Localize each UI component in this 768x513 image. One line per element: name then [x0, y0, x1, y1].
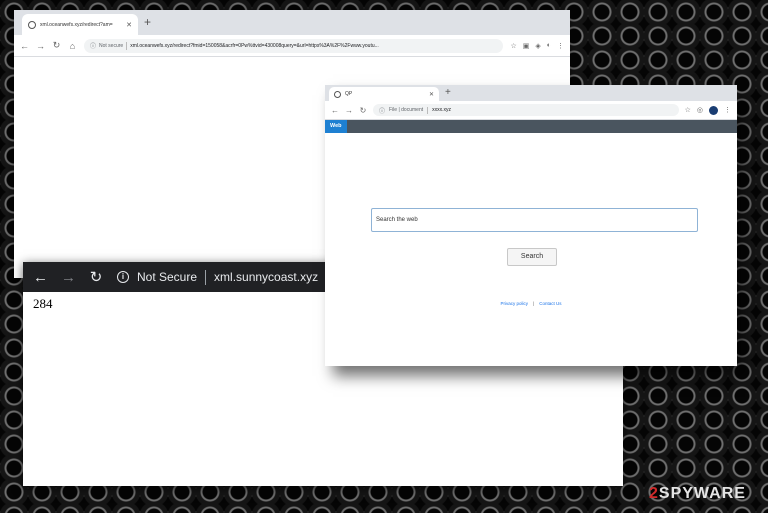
watermark: 2SPYWARE [649, 485, 746, 503]
back-arrow-icon[interactable]: ← [331, 106, 339, 115]
tab-strip: xml.oceanwefs.xyz/redirect?am= ✕ + [14, 10, 570, 35]
extension-icon[interactable]: ◐ [547, 42, 551, 50]
extensions-area: ☆ ▣ ◈ ◐ ⋮ [510, 42, 564, 50]
security-label: Not Secure [137, 270, 198, 284]
tab-web[interactable]: Web [325, 120, 347, 133]
divider [427, 106, 429, 114]
divider [205, 269, 207, 285]
globe-icon [28, 20, 36, 29]
search-page: Search the web Search Privacy policy | C… [325, 133, 737, 365]
browser-toolbar: ← → ↻ ⌂ ⓘ Not secure xml.oceanwefs.xyz/r… [14, 35, 570, 57]
footer-separator: | [533, 301, 535, 306]
site-nav-bar: Web [325, 120, 737, 133]
avatar[interactable] [709, 105, 718, 115]
reload-icon[interactable]: ↻ [359, 106, 367, 115]
globe-icon [334, 90, 341, 98]
contact-us-link[interactable]: Contact Us [539, 301, 561, 306]
body-text: 284 [33, 296, 53, 311]
tab-title: QP [345, 91, 353, 97]
url-text: xml.oceanwefs.xyz/redirect?fmid=150058&a… [130, 42, 379, 49]
star-icon[interactable]: ☆ [510, 42, 516, 50]
search-input[interactable]: Search the web [371, 208, 698, 232]
address-bar[interactable]: ⓘ File | document xxxx.xyz [373, 104, 679, 116]
tab-strip: QP ✕ + [325, 85, 737, 101]
forward-arrow-icon[interactable]: → [345, 106, 353, 115]
info-icon[interactable]: ⓘ [379, 106, 385, 115]
toolbar-actions: ☆ ◎ ⋮ [685, 105, 731, 115]
footer-links: Privacy policy | Contact Us [325, 301, 737, 306]
extension-icon[interactable]: ◈ [535, 42, 540, 50]
browser-tab[interactable]: xml.oceanwefs.xyz/redirect?am= ✕ [22, 14, 138, 35]
privacy-policy-link[interactable]: Privacy policy [501, 301, 529, 306]
browser-tab[interactable]: QP ✕ [329, 87, 439, 101]
new-tab-button[interactable]: + [144, 15, 151, 29]
info-icon[interactable]: ⓘ [90, 41, 96, 50]
address-bar[interactable]: i Not Secure xml.sunnycoast.xyz [117, 269, 319, 285]
browser-toolbar: ← → ↻ ⓘ File | document xxxx.xyz ☆ ◎ ⋮ [325, 101, 737, 120]
security-label: File | document [389, 107, 424, 113]
watermark-suffix: SPYWARE [658, 485, 746, 502]
close-tab-icon[interactable]: ✕ [126, 21, 132, 29]
search-button[interactable]: Search [507, 248, 557, 266]
extension-icon[interactable]: ◎ [697, 106, 703, 114]
url-text: xml.sunnycoast.xyz [214, 270, 319, 284]
menu-icon[interactable]: ⋮ [557, 42, 564, 50]
tab-title: xml.oceanwefs.xyz/redirect?am= [40, 21, 113, 28]
security-label: Not secure [99, 42, 124, 49]
forward-arrow-icon[interactable]: → [36, 41, 45, 51]
reload-icon[interactable]: ↻ [89, 270, 103, 285]
address-bar[interactable]: ⓘ Not secure xml.oceanwefs.xyz/redirect?… [84, 38, 504, 53]
back-arrow-icon[interactable]: ← [20, 41, 29, 51]
divider [126, 41, 128, 50]
reload-icon[interactable]: ↻ [52, 40, 61, 51]
info-icon[interactable]: i [117, 271, 129, 283]
browser-window-front: QP ✕ + ← → ↻ ⓘ File | document xxxx.xyz … [325, 85, 737, 366]
extension-icon[interactable]: ▣ [523, 42, 530, 50]
watermark-prefix: 2 [649, 485, 659, 502]
forward-arrow-icon[interactable]: → [61, 270, 76, 285]
menu-icon[interactable]: ⋮ [724, 106, 731, 114]
url-text: xxxx.xyz [432, 107, 451, 113]
home-icon[interactable]: ⌂ [68, 41, 77, 51]
close-tab-icon[interactable]: ✕ [429, 91, 434, 98]
star-icon[interactable]: ☆ [685, 106, 691, 114]
new-tab-button[interactable]: + [445, 86, 451, 99]
back-arrow-icon[interactable]: ← [33, 270, 48, 285]
